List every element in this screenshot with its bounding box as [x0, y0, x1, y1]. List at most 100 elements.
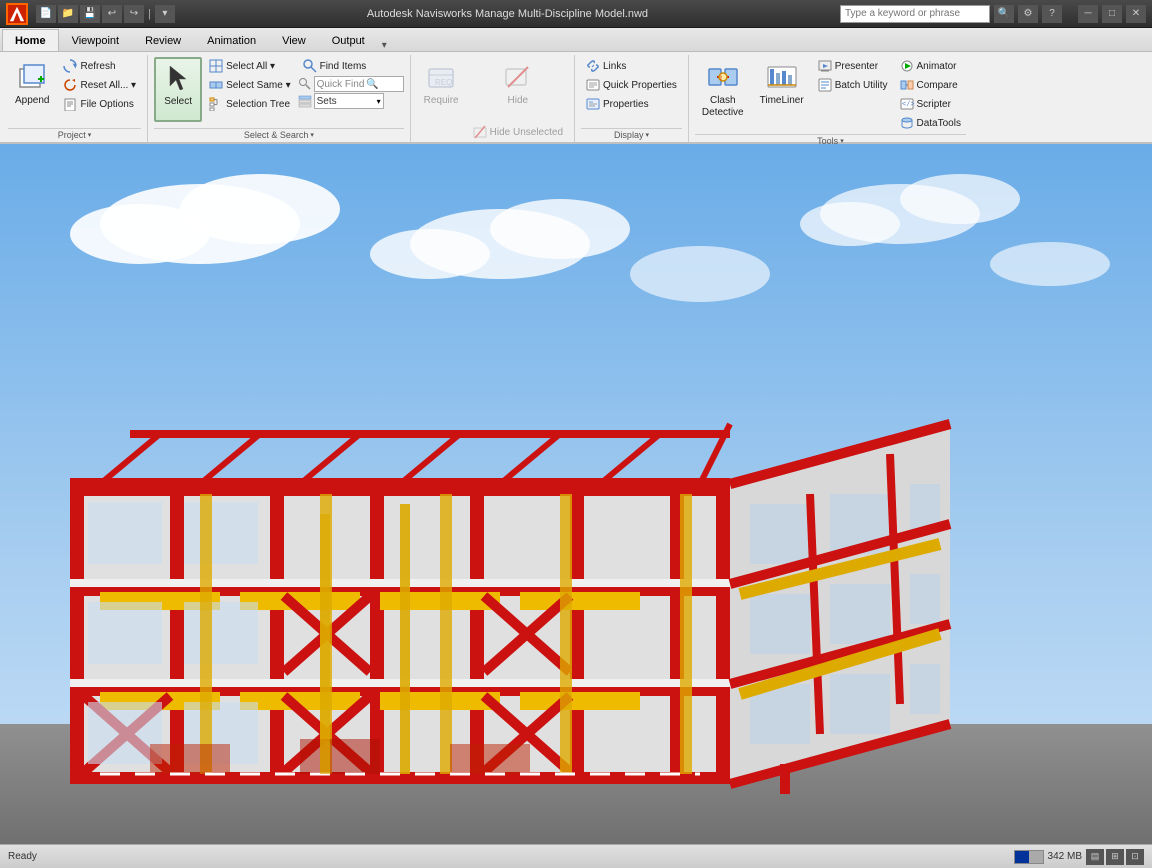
quick-properties-button[interactable]: Quick Properties — [581, 76, 682, 94]
hide-unselected-button[interactable]: Hide Unselected — [468, 123, 568, 141]
ribbon: Home Viewpoint Review Animation View Out… — [0, 28, 1152, 144]
compare-label: Compare — [917, 80, 958, 91]
animator-label: Animator — [917, 61, 957, 72]
properties-button[interactable]: Properties — [581, 95, 682, 113]
quick-properties-label: Quick Properties — [603, 80, 677, 91]
append-button[interactable]: Append — [8, 57, 56, 122]
datatools-icon — [900, 116, 914, 130]
presenter-icon — [818, 59, 832, 73]
presenter-label: Presenter — [835, 61, 878, 72]
open-button[interactable]: 📁 — [58, 5, 78, 23]
selection-tree-button[interactable]: Selection Tree — [204, 95, 296, 113]
tools-group: ! ClashDetective — [691, 55, 972, 142]
presenter-button[interactable]: Presenter — [813, 57, 893, 75]
tools-col-2: Animator Compare — [895, 57, 966, 132]
hide-unselected-icon — [473, 125, 487, 139]
display-arrow: ▾ — [645, 131, 649, 139]
search-input[interactable] — [845, 8, 965, 19]
statusbar: Ready 342 MB ▤ ⊞ ⊡ — [0, 844, 1152, 868]
customize-qat-button[interactable]: ▾ — [155, 5, 175, 23]
clash-detective-label: ClashDetective — [702, 95, 744, 119]
select-label: Select — [164, 96, 192, 108]
status-text: Ready — [8, 851, 37, 862]
quick-find-row: Quick Find 🔍 — [298, 76, 404, 92]
quick-find-icon — [298, 77, 312, 91]
ribbon-content: Append Refresh — [0, 52, 1152, 142]
title-bar: 📄 📁 💾 ↩ ↪ | ▾ Autodesk Navisworks Manage… — [0, 0, 1152, 28]
hide-label: Hide — [508, 95, 529, 107]
tab-output[interactable]: Output — [319, 29, 378, 51]
select-same-label: Select Same ▾ — [226, 80, 291, 91]
save-button[interactable]: 💾 — [80, 5, 100, 23]
tab-viewpoint[interactable]: Viewpoint — [59, 29, 133, 51]
batch-utility-button[interactable]: Batch Utility — [813, 76, 893, 94]
ribbon-tabs: Home Viewpoint Review Animation View Out… — [0, 28, 1152, 52]
statusbar-right: 342 MB ▤ ⊞ ⊡ — [1014, 849, 1144, 865]
undo-button[interactable]: ↩ — [102, 5, 122, 23]
maximize-button[interactable]: □ — [1102, 5, 1122, 23]
app-logo — [6, 3, 28, 25]
refresh-icon — [63, 59, 77, 73]
find-items-label: Find Items — [320, 61, 367, 72]
select-button[interactable]: Select — [154, 57, 202, 122]
help-button[interactable]: ? — [1042, 5, 1062, 23]
scripter-button[interactable]: </> Scripter — [895, 95, 966, 113]
timeliner-button[interactable]: TimeLiner — [753, 57, 811, 122]
require-icon: REQ — [425, 61, 457, 93]
quick-properties-icon — [586, 78, 600, 92]
selection-tree-icon — [209, 97, 223, 111]
sets-row: Sets ▾ — [298, 93, 404, 109]
minimize-button[interactable]: ─ — [1078, 5, 1098, 23]
display-group-label[interactable]: Display ▾ — [581, 128, 682, 140]
close-button[interactable]: ✕ — [1126, 5, 1146, 23]
status-icon-2[interactable]: ⊞ — [1106, 849, 1124, 865]
sets-dropdown[interactable]: Sets ▾ — [314, 93, 384, 109]
svg-text:</>: </> — [902, 101, 914, 109]
require-button[interactable]: REQ Require — [417, 57, 466, 122]
refresh-button[interactable]: Refresh — [58, 57, 141, 75]
compare-button[interactable]: Compare — [895, 76, 966, 94]
tab-view[interactable]: View — [269, 29, 319, 51]
keyword-search[interactable] — [840, 5, 990, 23]
tab-review[interactable]: Review — [132, 29, 194, 51]
find-items-button[interactable]: Find Items — [298, 57, 404, 75]
quick-access-toolbar[interactable]: 📄 📁 💾 ↩ ↪ | ▾ — [36, 5, 175, 23]
animator-button[interactable]: Animator — [895, 57, 966, 75]
display-buttons: Links Quick Properties — [581, 57, 682, 126]
datatools-label: DataTools — [917, 118, 961, 129]
select-all-button[interactable]: Select All ▾ — [204, 57, 296, 75]
hide-unselected-label: Hide Unselected — [490, 127, 563, 138]
ribbon-expand-btn[interactable]: ▾ — [382, 40, 387, 51]
tab-home[interactable]: Home — [2, 29, 59, 51]
status-icon-1[interactable]: ▤ — [1086, 849, 1104, 865]
new-button[interactable]: 📄 — [36, 5, 56, 23]
select-all-label: Select All ▾ — [226, 61, 275, 72]
svg-text:!: ! — [720, 76, 722, 82]
datatools-button[interactable]: DataTools — [895, 114, 966, 132]
viewport[interactable] — [0, 144, 1152, 844]
properties-label: Properties — [603, 99, 649, 110]
project-group-label[interactable]: Project ▾ — [8, 128, 141, 140]
memory-indicator — [1014, 850, 1044, 864]
hide-button[interactable]: Hide — [468, 57, 568, 122]
select-all-icon — [209, 59, 223, 73]
clash-detective-button[interactable]: ! ClashDetective — [695, 57, 751, 122]
links-button[interactable]: Links — [581, 57, 682, 75]
file-options-label: File Options — [80, 99, 133, 110]
select-same-button[interactable]: Select Same ▾ — [204, 76, 296, 94]
select-search-group-label[interactable]: Select & Search ▾ — [154, 128, 404, 140]
find-items-icon — [303, 59, 317, 73]
project-small-buttons: Refresh Reset All... ▾ — [58, 57, 141, 113]
status-icon-3[interactable]: ⊡ — [1126, 849, 1144, 865]
help-search-button[interactable]: 🔍 — [994, 5, 1014, 23]
reset-all-button[interactable]: Reset All... ▾ — [58, 76, 141, 94]
quick-find-input[interactable]: Quick Find 🔍 — [314, 76, 404, 92]
options-button[interactable]: ⚙ — [1018, 5, 1038, 23]
find-search-col: Find Items Quick Find 🔍 — [298, 57, 404, 109]
file-options-button[interactable]: File Options — [58, 95, 141, 113]
redo-button[interactable]: ↪ — [124, 5, 144, 23]
properties-icon — [586, 97, 600, 111]
model-view[interactable] — [0, 144, 1152, 844]
tab-animation[interactable]: Animation — [194, 29, 269, 51]
select-search-group: Select Select All ▾ — [150, 55, 411, 142]
